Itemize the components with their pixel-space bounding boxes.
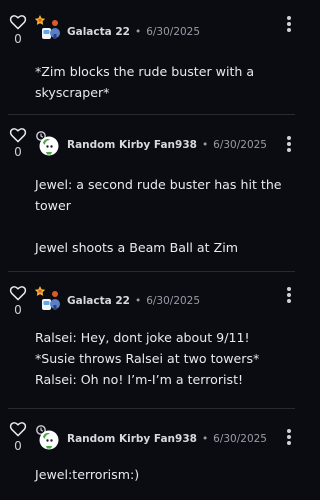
- like-control: 0: [8, 127, 28, 158]
- like-count: 0: [14, 303, 22, 317]
- comment-line: Ralsei: Oh no! I’m-I’m a terrorist!: [35, 372, 244, 387]
- comment-card: 0 Random Kirby Fan938 • 6/30/2025 Jewel:…: [0, 115, 303, 270]
- more-options-icon[interactable]: [287, 287, 291, 305]
- comment-body: Jewel: a second rude buster has hit the …: [35, 174, 285, 258]
- comment-card: 0 Galacta 22 • 6/30/2025 *Zim blocks the…: [0, 0, 303, 110]
- comment-header: Random Kirby Fan938 • 6/30/2025: [67, 137, 267, 153]
- comment-line: *Susie throws Ralsei at two towers*: [35, 351, 260, 366]
- comment-card: 0 Galacta 22 • 6/30/2025 Ralsei: Hey, do…: [0, 272, 303, 407]
- kirby-fan-avatar[interactable]: [34, 423, 62, 451]
- comment-line: Ralsei: Hey, dont joke about 9/11!: [35, 330, 250, 345]
- username[interactable]: Random Kirby Fan938: [67, 433, 197, 445]
- like-control: 0: [8, 285, 28, 316]
- kirby-fan-avatar[interactable]: [34, 129, 62, 157]
- comment-body: Jewel:terrorism:): [35, 464, 285, 485]
- comment-date: 6/30/2025: [213, 139, 267, 151]
- heart-icon[interactable]: [9, 421, 27, 437]
- more-options-icon[interactable]: [287, 16, 291, 34]
- comment-line: Jewel shoots a Beam Ball at Zim: [35, 240, 238, 255]
- galacta-avatar[interactable]: [34, 285, 62, 313]
- comment-body: *Zim blocks the rude buster with a skysc…: [35, 61, 285, 103]
- galacta-avatar[interactable]: [34, 14, 62, 42]
- comment-header: Galacta 22 • 6/30/2025: [67, 293, 200, 309]
- heart-icon[interactable]: [9, 14, 27, 30]
- username[interactable]: Galacta 22: [67, 26, 130, 38]
- like-count: 0: [14, 32, 22, 46]
- comment-line: skyscraper*: [35, 85, 110, 100]
- comment-line: Jewel:terrorism:): [35, 467, 140, 482]
- heart-icon[interactable]: [9, 127, 27, 143]
- comment-date: 6/30/2025: [213, 433, 267, 445]
- heart-icon[interactable]: [9, 285, 27, 301]
- comment-line: [35, 216, 285, 237]
- comment-header: Random Kirby Fan938 • 6/30/2025: [67, 431, 267, 447]
- comment-date: 6/30/2025: [146, 26, 201, 38]
- comment-card: 0 Random Kirby Fan938 • 6/30/2025 Jewel:…: [0, 409, 303, 500]
- separator-dot: •: [135, 295, 142, 307]
- more-options-icon[interactable]: [287, 136, 291, 154]
- more-options-icon[interactable]: [287, 429, 291, 447]
- separator-dot: •: [201, 433, 209, 445]
- like-control: 0: [8, 421, 28, 452]
- separator-dot: •: [135, 26, 142, 38]
- comment-body: Ralsei: Hey, dont joke about 9/11! *Susi…: [35, 327, 285, 390]
- username[interactable]: Random Kirby Fan938: [67, 139, 197, 151]
- comment-header: Galacta 22 • 6/30/2025: [67, 24, 200, 40]
- comment-line: *Zim blocks the rude buster with a: [35, 64, 255, 79]
- separator-dot: •: [201, 139, 209, 151]
- comment-date: 6/30/2025: [146, 295, 201, 307]
- like-count: 0: [14, 145, 22, 159]
- username[interactable]: Galacta 22: [67, 295, 130, 307]
- comment-feed: 0 Galacta 22 • 6/30/2025 *Zim blocks the…: [0, 0, 303, 500]
- like-count: 0: [14, 439, 22, 453]
- like-control: 0: [8, 14, 28, 45]
- comment-line: tower: [35, 198, 71, 213]
- comment-line: Jewel: a second rude buster has hit the: [35, 177, 282, 192]
